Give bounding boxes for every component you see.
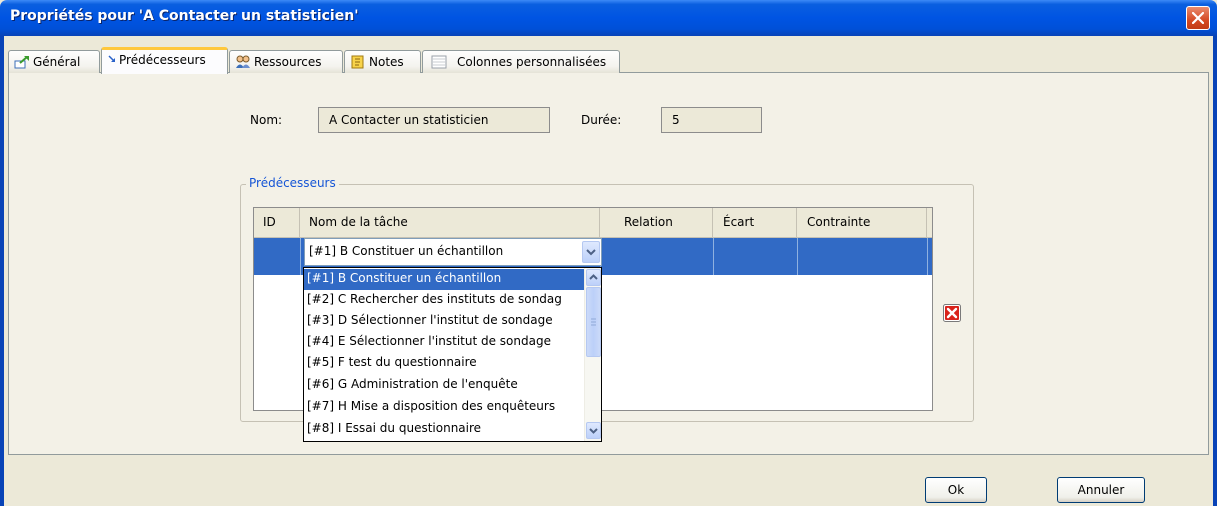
list-item[interactable]: [#5] F test du questionnaire (304, 353, 584, 374)
tab-notes[interactable]: Notes (344, 50, 421, 73)
predecessor-arrow-icon (108, 55, 115, 62)
combobox-dropdown-button[interactable] (582, 241, 600, 263)
list-item[interactable]: [#3] D Sélectionner l'institut de sondag… (304, 311, 584, 332)
predecessors-group-title: Prédécesseurs (246, 176, 339, 190)
cancel-button[interactable]: Annuler (1057, 477, 1145, 503)
notes-icon (351, 55, 364, 69)
chevron-up-icon (589, 274, 598, 280)
window-frame-left (0, 36, 4, 506)
table-header: ID Nom de la tâche Relation Écart Contra… (254, 208, 932, 238)
list-item[interactable]: [#4] E Sélectionner l'institut de sondag… (304, 332, 584, 353)
tab-label: Prédécesseurs (119, 53, 206, 67)
chevron-down-icon (589, 428, 598, 434)
scroll-up-button[interactable] (586, 269, 601, 286)
dropdown-scrollbar[interactable] (584, 268, 601, 441)
combobox-value: [#1] B Constituer un échantillon (309, 244, 504, 258)
list-item[interactable]: [#1] B Constituer un échantillon (304, 269, 584, 290)
list-item[interactable]: [#2] C Rechercher des instituts de sonda… (304, 290, 584, 311)
chevron-down-icon (586, 249, 596, 256)
tab-general[interactable]: Général (8, 50, 100, 73)
tab-label: Ressources (254, 55, 322, 69)
tab-label: Général (33, 55, 81, 69)
scroll-thumb[interactable] (586, 287, 601, 357)
list-item[interactable]: [#6] G Administration de l'enquête (304, 375, 584, 396)
column-header-relation[interactable]: Relation (600, 208, 713, 238)
tab-label: Notes (369, 55, 404, 69)
task-dropdown-list[interactable]: [#1] B Constituer un échantillon [#2] C … (303, 267, 602, 442)
name-field[interactable]: A Contacter un statisticien (318, 107, 550, 133)
list-item[interactable]: [#7] H Mise a disposition des enquêteurs (304, 397, 584, 418)
tab-predecessors[interactable]: Prédécesseurs (101, 47, 228, 74)
window-frame-right (1213, 36, 1217, 506)
people-icon (236, 55, 250, 68)
duration-field[interactable]: 5 (661, 107, 762, 133)
tab-label: Colonnes personnalisées (457, 55, 607, 69)
column-header-id[interactable]: ID (254, 208, 300, 238)
name-label: Nom: (250, 113, 283, 127)
duration-label: Durée: (581, 113, 622, 127)
tab-resources[interactable]: Ressources (229, 50, 343, 73)
close-button[interactable] (1186, 6, 1210, 30)
cell-divider (927, 238, 928, 275)
grip-icon (591, 318, 596, 326)
cell-divider (797, 238, 798, 275)
delete-predecessor-button[interactable] (943, 304, 961, 322)
cell-divider (300, 238, 301, 275)
column-header-task-name[interactable]: Nom de la tâche (300, 208, 600, 238)
column-header-constraint[interactable]: Contrainte (797, 208, 927, 238)
list-item[interactable]: [#8] I Essai du questionnaire (304, 419, 584, 440)
tab-custom-columns[interactable]: Colonnes personnalisées (422, 50, 620, 73)
ok-button[interactable]: Ok (925, 477, 987, 503)
title-bar: Propriétés pour 'A Contacter un statisti… (0, 0, 1217, 36)
task-general-icon (14, 56, 29, 69)
table-columns-icon (431, 55, 447, 69)
column-header-lag[interactable]: Écart (713, 208, 797, 238)
delete-icon (943, 304, 961, 322)
close-icon (1192, 12, 1204, 24)
window-title: Propriétés pour 'A Contacter un statisti… (10, 8, 359, 24)
scroll-down-button[interactable] (586, 422, 601, 439)
cell-divider (713, 238, 714, 275)
task-name-combobox[interactable]: [#1] B Constituer un échantillon (304, 238, 602, 266)
